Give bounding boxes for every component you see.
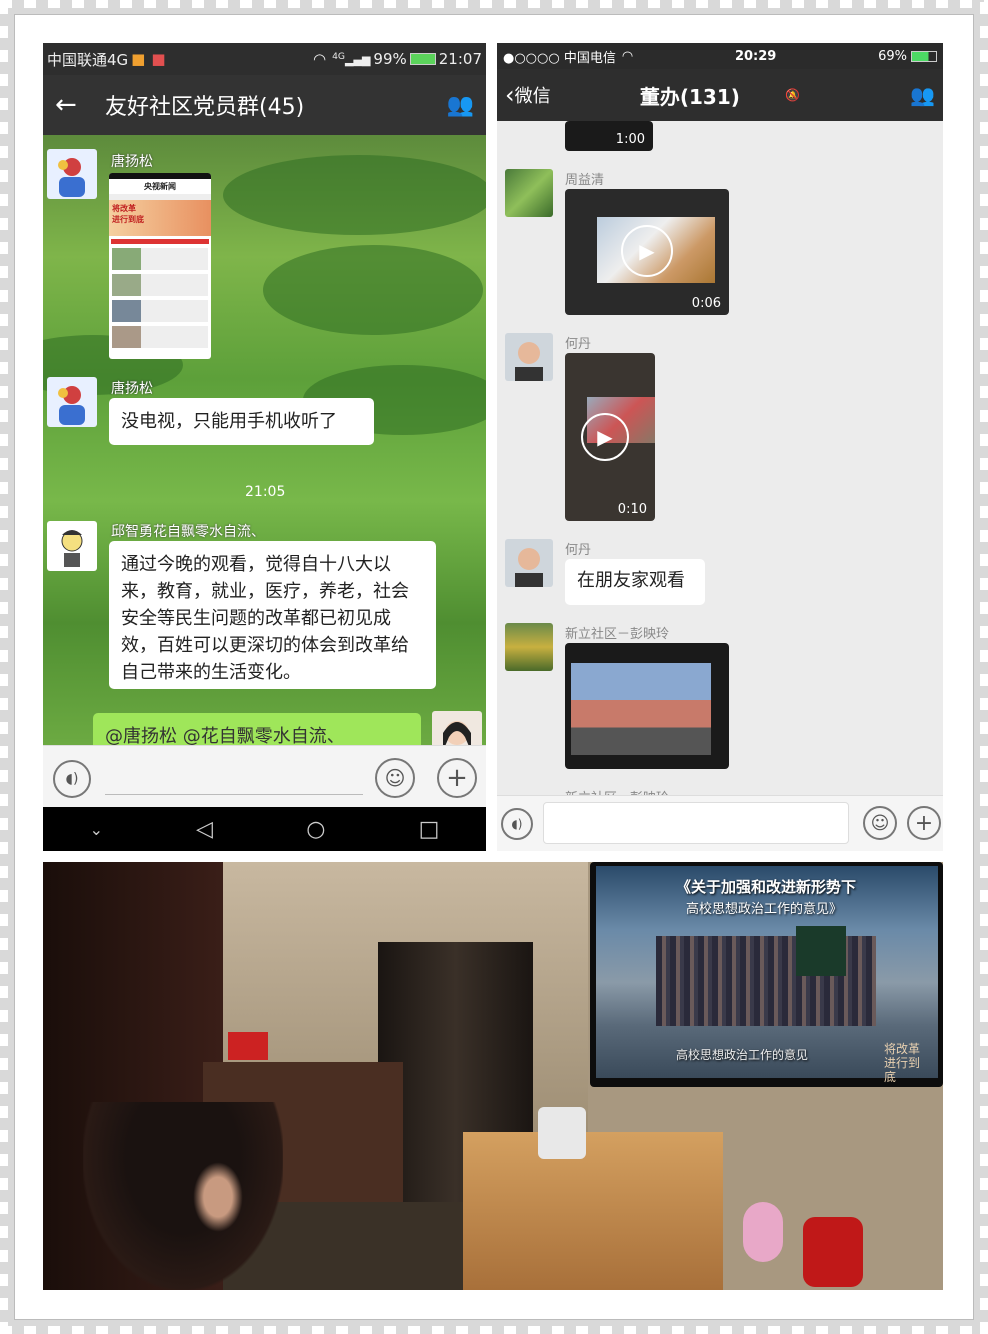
wifi-icon: ◠ (621, 48, 634, 64)
sender-name: 唐扬松 (111, 154, 153, 170)
tv-subtitle: 高校思想政治工作的意见 (676, 1048, 809, 1062)
grass-texture (263, 245, 483, 335)
mini-news-item (112, 300, 208, 322)
plus-icon[interactable]: + (437, 758, 477, 798)
wifi-icon: ◠ (313, 50, 327, 68)
avatar[interactable] (505, 333, 553, 381)
group-members-icon[interactable]: 👥 (447, 93, 474, 118)
mini-headline (111, 239, 209, 244)
back-label[interactable]: 微信 (515, 82, 635, 108)
mini-news-item (112, 248, 208, 270)
mini-news-item (112, 326, 208, 348)
tv-frame: 《关于加强和改进新形势下 高校思想政治工作的意见》 高校思想政治工作的意见 将改… (590, 862, 943, 1087)
clock: 20:29 (734, 48, 777, 64)
avatar[interactable] (505, 539, 553, 587)
right-phone-screenshot: ●○○○○ 中国电信 ◠ 20:29 69% ‹ 微信 董办(131) 🔕 👥 … (497, 43, 943, 851)
chat-title: 董办(131) (639, 84, 740, 109)
tv-screen: 《关于加强和改进新形势下 高校思想政治工作的意见》 高校思想政治工作的意见 将改… (596, 866, 938, 1084)
left-phone-screenshot: 中国联通4G ■ ■ ◠ 4G▂▄▆ 99% 21:07 ← 友好社区党员群(4… (43, 43, 486, 851)
mini-header: 央视新闻 (144, 182, 176, 191)
clock: 21:07 (438, 50, 482, 68)
message-input-bar: ◖) ☺ + (43, 745, 486, 807)
back-chevron-icon[interactable]: ‹ (505, 81, 515, 109)
back-triangle-icon[interactable]: ◁ (196, 817, 213, 842)
timestamp: 21:05 (245, 484, 286, 500)
own-text-message[interactable]: @唐扬松 @花自飘零水自流、 (93, 713, 421, 745)
battery-percent: 99% (373, 50, 407, 68)
tv-cabinet (463, 1132, 723, 1290)
text-input[interactable] (543, 802, 849, 844)
grass-texture (223, 155, 486, 235)
left-status-bar: 中国联通4G ■ ■ ◠ 4G▂▄▆ 99% 21:07 (43, 43, 486, 75)
tv-caption: 《关于加强和改进新形势下 (676, 878, 857, 896)
play-icon[interactable]: ▶ (581, 413, 629, 461)
child-face (193, 1162, 243, 1232)
signal-icon: 4G▂▄▆ (332, 51, 371, 67)
avatar[interactable] (47, 149, 97, 199)
right-status-bar: ●○○○○ 中国电信 ◠ 20:29 69% (497, 43, 943, 69)
chat-header: ‹ 微信 董办(131) 🔕 👥 (497, 69, 943, 121)
own-avatar[interactable] (432, 711, 482, 745)
text-message[interactable]: 没电视，只能用手机收听了 (109, 398, 374, 445)
mini-banner: 将改革 进行到底 (109, 200, 211, 236)
emoji-icon[interactable]: ☺ (375, 758, 415, 798)
living-room-photo: 《关于加强和改进新形势下 高校思想政治工作的意见》 高校思想政治工作的意见 将改… (43, 862, 943, 1290)
carrier-label: ●○○○○ 中国电信 (503, 50, 616, 66)
video-duration: 1:00 (615, 132, 645, 147)
video-message[interactable]: ▶ 0:06 (565, 189, 729, 315)
tv-caption: 高校思想政治工作的意见》 (686, 902, 843, 917)
battery-percent: 69% (878, 48, 907, 64)
avatar[interactable] (47, 377, 97, 427)
blackboard (796, 926, 846, 976)
video-duration: 0:06 (691, 296, 721, 311)
sender-name: 新立社区－彭映玲 (565, 627, 670, 642)
red-box (228, 1032, 268, 1060)
carrier-label: 中国联通4G (47, 50, 129, 69)
chat-area[interactable]: 唐扬松 央视新闻 将改革 进行到底 唐扬松 没电视，只能用手机收听了 21:05… (43, 135, 486, 745)
screenshot-image-message[interactable]: 央视新闻 将改革 进行到底 (109, 173, 211, 359)
sender-name: 周益清 (565, 173, 605, 188)
avatar[interactable] (505, 169, 553, 217)
white-clock (538, 1107, 586, 1159)
red-figurines (803, 1217, 863, 1287)
mute-icon: 🔕 (785, 88, 801, 102)
text-message[interactable]: 通过今晚的观看，觉得自十八大以来，教育，就业，医疗，养老，社会安全等民生问题的改… (109, 541, 436, 689)
emoji-icon[interactable]: ☺ (863, 806, 897, 840)
child-silhouette (83, 1102, 283, 1290)
avatar[interactable] (505, 623, 553, 671)
video-message[interactable]: ▶ 0:10 (565, 353, 655, 521)
mini-news-item (112, 274, 208, 296)
android-nav-bar: ⌄ ◁ ○ □ (43, 807, 486, 851)
text-input[interactable] (105, 794, 363, 795)
recents-square-icon[interactable]: □ (419, 817, 440, 842)
back-arrow-icon[interactable]: ← (55, 90, 105, 120)
chevron-down-icon[interactable]: ⌄ (90, 820, 103, 839)
pink-plush-toy (743, 1202, 783, 1262)
avatar[interactable] (47, 521, 97, 571)
group-members-icon[interactable]: 👥 (910, 83, 935, 107)
plus-icon[interactable]: + (907, 806, 941, 840)
home-circle-icon[interactable]: ○ (306, 817, 325, 842)
app-notification-icon: ■ (151, 50, 166, 68)
image-message[interactable] (565, 643, 729, 769)
message-input-bar: ◖) ☺ + (497, 795, 943, 851)
voice-input-icon[interactable]: ◖) (53, 760, 91, 798)
sender-name: 新立社区－彭映玲 (565, 787, 669, 795)
app-notification-icon: ■ (131, 50, 146, 68)
sender-name: 何丹 (565, 337, 592, 352)
sender-name: 何丹 (565, 543, 592, 558)
battery-icon (911, 50, 937, 62)
chat-title: 友好社区党员群(45) (105, 95, 305, 120)
voice-input-icon[interactable]: ◖) (501, 808, 533, 840)
tv-slogan: 将改革进行到底 (884, 1042, 921, 1084)
sender-name: 唐扬松 (111, 381, 153, 397)
chat-header: ← 友好社区党员群(45) 👥 (43, 75, 486, 135)
play-icon[interactable]: ▶ (621, 225, 673, 277)
video-message[interactable]: 1:00 (565, 121, 653, 151)
photo-thumbnail (571, 663, 711, 755)
sender-name: 邱智勇花自飘零水自流、 (111, 524, 265, 540)
video-duration: 0:10 (617, 502, 647, 517)
battery-icon (409, 53, 436, 65)
text-message[interactable]: 在朋友家观看 (565, 559, 705, 605)
